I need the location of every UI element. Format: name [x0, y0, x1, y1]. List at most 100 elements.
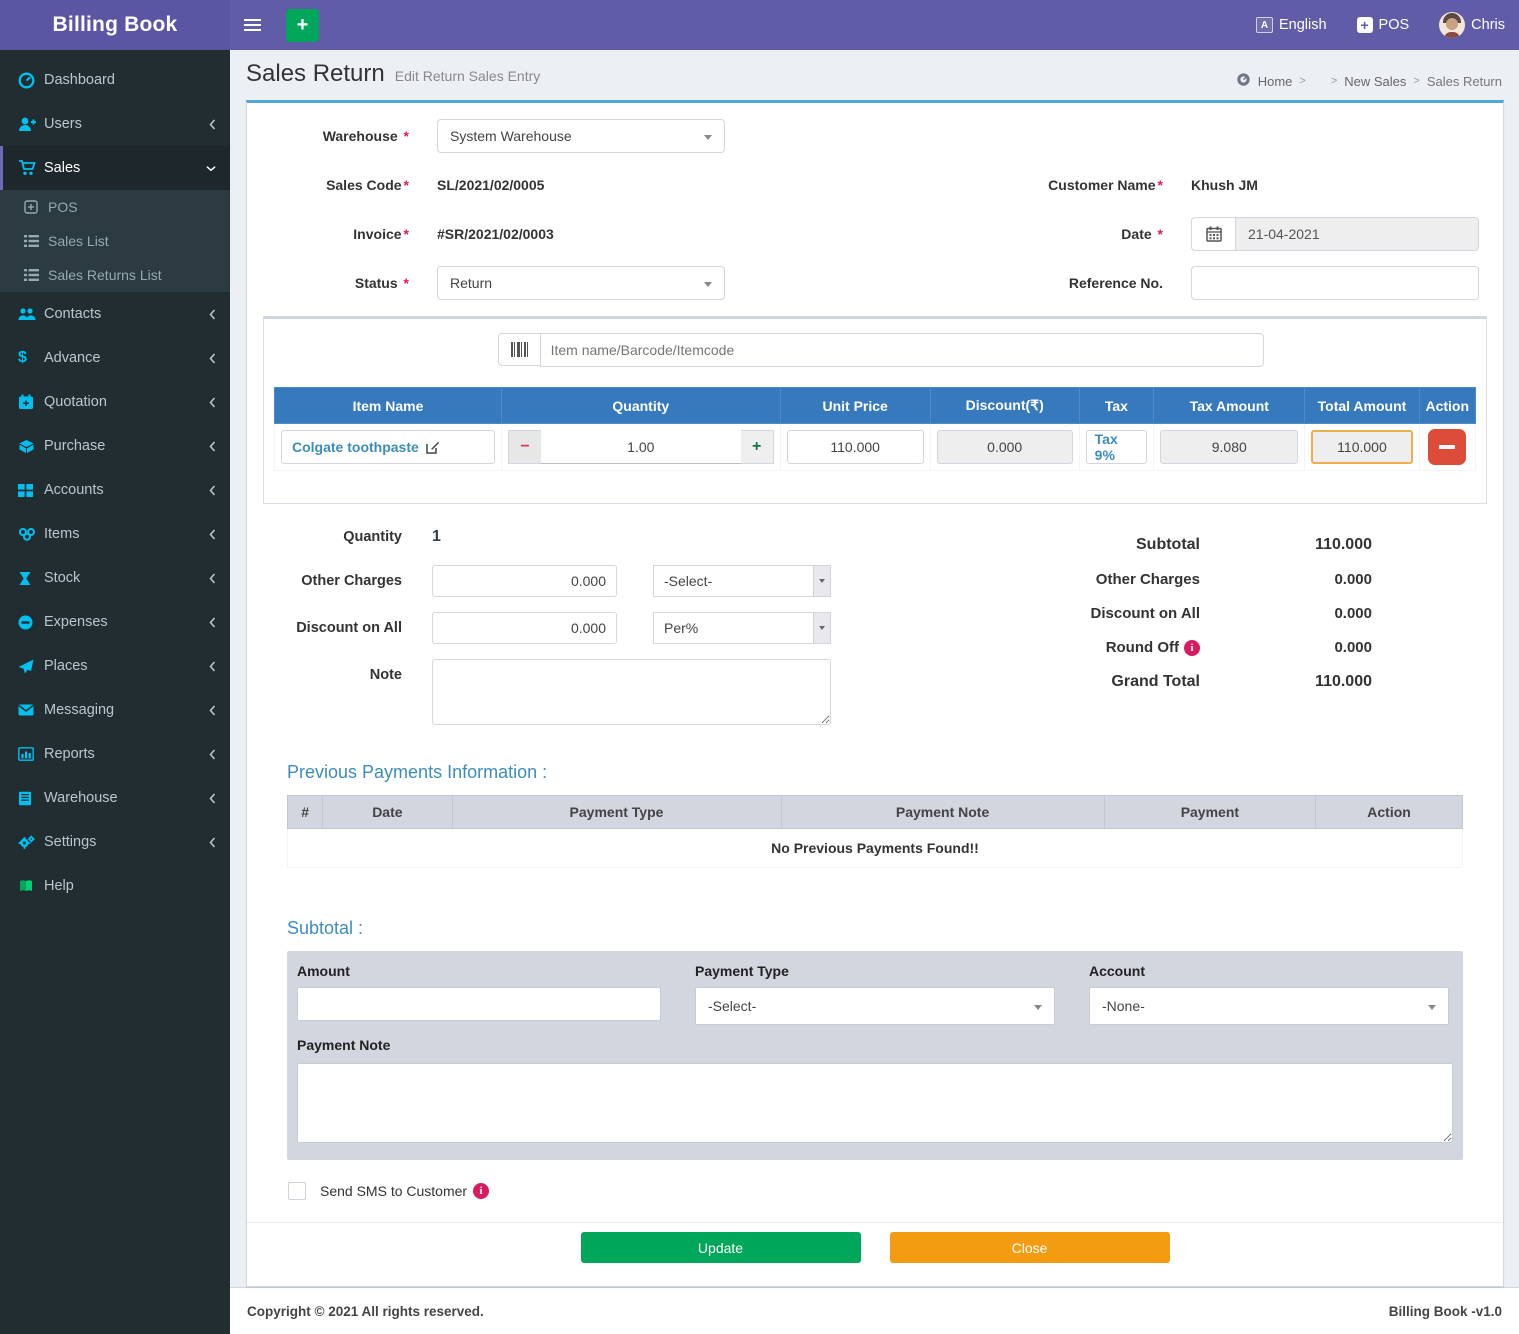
chevron-left-icon: [206, 749, 216, 760]
breadcrumb-separator: >: [1331, 75, 1337, 87]
discount-on-all-input[interactable]: [432, 612, 617, 644]
sidebar-item-label: Settings: [44, 834, 206, 850]
account-select[interactable]: -None-: [1089, 987, 1449, 1025]
top-navbar: Billing Book + A English + POS Chris: [0, 0, 1519, 50]
sidebar-item-settings[interactable]: Settings: [0, 820, 230, 864]
pos-shortcut[interactable]: + POS: [1357, 17, 1410, 33]
chevron-left-icon: [206, 573, 216, 584]
quantity-decrease-button[interactable]: −: [508, 430, 541, 464]
note-textarea[interactable]: [432, 659, 831, 725]
brand-logo[interactable]: Billing Book: [0, 0, 230, 50]
info-icon[interactable]: i: [1184, 640, 1200, 656]
col-tax: Tax: [1079, 388, 1153, 424]
amount-input[interactable]: [297, 987, 661, 1021]
status-select[interactable]: Return: [437, 266, 725, 300]
breadcrumb-separator: >: [1413, 75, 1419, 87]
unit-price-input[interactable]: [787, 430, 924, 464]
page-subtitle: Edit Return Sales Entry: [395, 68, 541, 84]
date-label: Date *: [1019, 226, 1191, 242]
items-table: Item Name Quantity Unit Price Discount(₹…: [274, 387, 1476, 471]
sidebar-item-dashboard[interactable]: Dashboard: [0, 58, 230, 102]
sidebar-item-contacts[interactable]: Contacts: [0, 292, 230, 336]
amount-label: Amount: [297, 963, 661, 979]
info-icon[interactable]: i: [473, 1183, 489, 1199]
col-total-amount: Total Amount: [1305, 388, 1419, 424]
other-charges-select[interactable]: -Select-: [653, 565, 831, 597]
sidebar-item-messaging[interactable]: Messaging: [0, 688, 230, 732]
chevron-down-icon: [1034, 1005, 1042, 1010]
breadcrumb-home[interactable]: Home: [1258, 74, 1293, 89]
item-name-link[interactable]: Colgate toothpaste: [281, 430, 495, 464]
customer-name-label: Customer Name*: [1019, 177, 1191, 193]
chevron-down-icon: [704, 282, 712, 287]
send-sms-checkbox[interactable]: [288, 1182, 306, 1200]
edit-icon: [426, 440, 440, 454]
total-amount-field: 110.000: [1311, 430, 1412, 464]
sidebar-item-label: Expenses: [44, 614, 206, 630]
payment-type-select[interactable]: -Select-: [695, 987, 1055, 1025]
sidebar-subitem-sales-list[interactable]: Sales List: [0, 224, 230, 258]
sidebar-item-stock[interactable]: Stock: [0, 556, 230, 600]
remove-item-button[interactable]: [1428, 429, 1466, 465]
close-button[interactable]: Close: [890, 1232, 1170, 1263]
col-action: Action: [1419, 388, 1475, 424]
sidebar-item-purchase[interactable]: Purchase: [0, 424, 230, 468]
calendar-icon: [1191, 217, 1235, 251]
account-label: Account: [1089, 963, 1449, 979]
chevron-down-icon: [813, 613, 830, 643]
sidebar-item-warehouse[interactable]: Warehouse: [0, 776, 230, 820]
language-icon: A: [1256, 17, 1273, 33]
language-label: English: [1279, 17, 1327, 33]
user-name: Chris: [1471, 17, 1505, 33]
chevron-left-icon: [206, 793, 216, 804]
quantity-increase-button[interactable]: +: [741, 430, 774, 464]
list-icon: [24, 269, 48, 281]
quick-add-button[interactable]: +: [286, 9, 319, 42]
sidebar-item-reports[interactable]: Reports: [0, 732, 230, 776]
discount-field: 0.000: [937, 430, 1073, 464]
sidebar-subitem-pos[interactable]: POS: [0, 190, 230, 224]
language-menu[interactable]: A English: [1256, 17, 1327, 33]
user-menu[interactable]: Chris: [1439, 12, 1505, 38]
chevron-left-icon: [206, 529, 216, 540]
payment-panel: Amount Payment Type -Select- Account -No…: [287, 951, 1463, 1160]
quantity-input[interactable]: [541, 430, 741, 464]
update-button[interactable]: Update: [581, 1232, 861, 1263]
breadcrumb-new-sales[interactable]: New Sales: [1344, 74, 1406, 89]
sidebar-item-items[interactable]: Items: [0, 512, 230, 556]
other-charges-total-value: 0.000: [1200, 571, 1372, 588]
sidebar-item-help[interactable]: Help: [0, 864, 230, 908]
discount-type-select[interactable]: Per%: [653, 612, 831, 644]
date-field[interactable]: [1235, 217, 1479, 251]
sidebar-item-advance[interactable]: $ Advance: [0, 336, 230, 380]
sidebar-item-places[interactable]: Places: [0, 644, 230, 688]
sidebar-item-label: Users: [44, 116, 206, 132]
sidebar-item-expenses[interactable]: Expenses: [0, 600, 230, 644]
payment-note-textarea[interactable]: [297, 1063, 1453, 1143]
warehouse-select[interactable]: System Warehouse: [437, 119, 725, 153]
sidebar-subitem-sales-returns-list[interactable]: Sales Returns List: [0, 258, 230, 292]
chevron-down-icon: [704, 135, 712, 140]
book-icon: [18, 879, 44, 893]
copyright-text: Copyright © 2021 All rights reserved.: [247, 1304, 1389, 1319]
list-icon: [24, 235, 48, 247]
other-charges-input[interactable]: [432, 565, 617, 597]
sidebar-subitem-label: POS: [48, 199, 230, 215]
chevron-left-icon: [206, 119, 216, 130]
col-unit-price: Unit Price: [780, 388, 930, 424]
grand-total-value: 110.000: [1200, 673, 1372, 691]
breadcrumb: Home > > New Sales > Sales Return: [1236, 72, 1502, 90]
sidebar-item-quotation[interactable]: Quotation: [0, 380, 230, 424]
plus-square-icon: +: [1357, 17, 1373, 33]
sidebar-item-label: Items: [44, 526, 206, 542]
item-search-input[interactable]: [540, 333, 1264, 367]
sidebar-item-sales[interactable]: Sales: [0, 146, 230, 190]
sidebar-item-users[interactable]: Users: [0, 102, 230, 146]
tax-link[interactable]: Tax 9%: [1086, 430, 1147, 464]
sidebar-item-label: Contacts: [44, 306, 206, 322]
users-icon: [18, 307, 44, 322]
sidebar-item-accounts[interactable]: Accounts: [0, 468, 230, 512]
reference-no-field[interactable]: [1191, 266, 1479, 300]
hamburger-menu-icon[interactable]: [244, 0, 274, 50]
box-icon: [18, 439, 44, 454]
